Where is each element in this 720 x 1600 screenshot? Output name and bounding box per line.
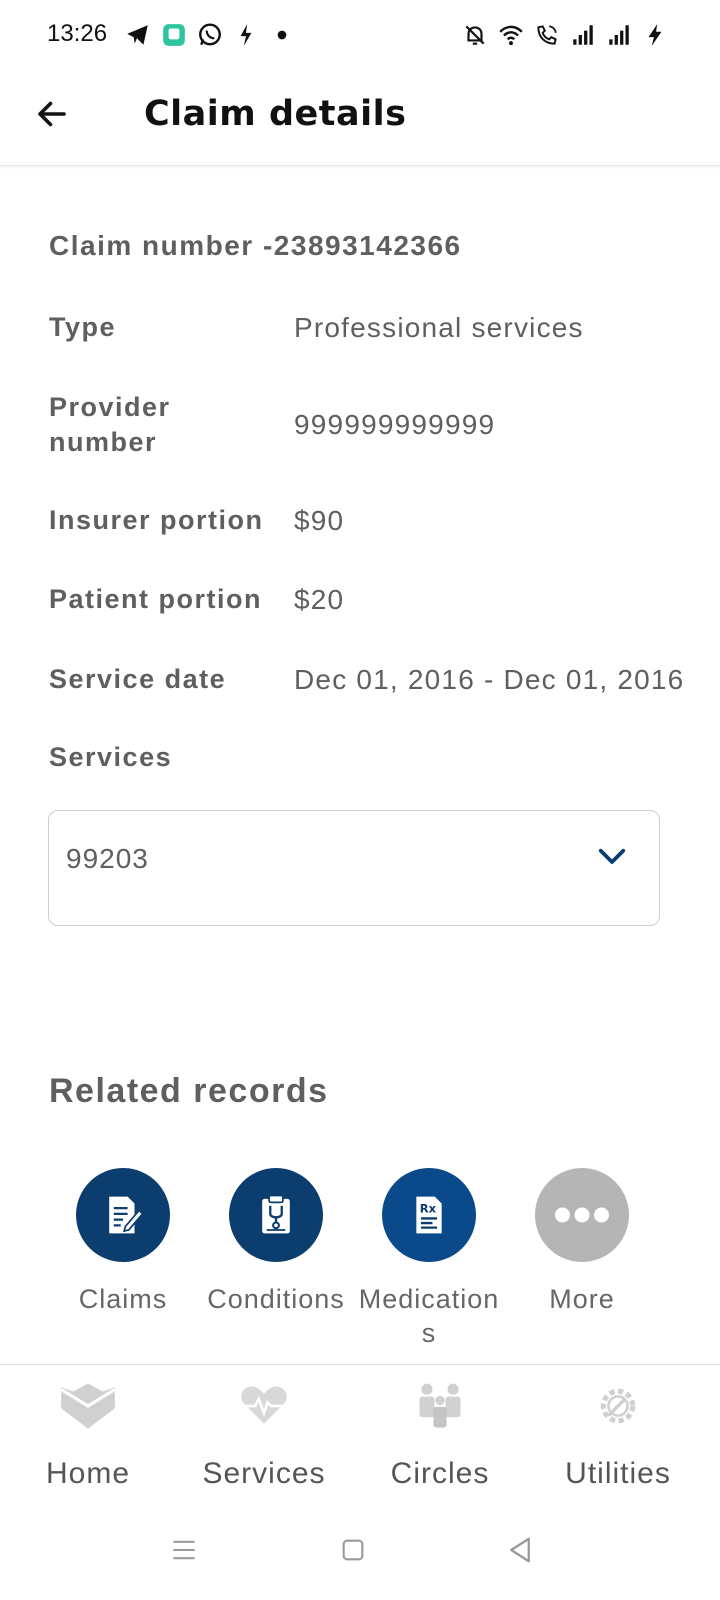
nav-utilities[interactable]: Utilities	[530, 1375, 706, 1491]
menu-icon	[173, 1540, 195, 1560]
back-arrow-icon[interactable]	[34, 96, 70, 132]
system-navigation-bar	[0, 1500, 720, 1600]
bottom-navigation: Home Services Circles Utilities	[0, 1364, 720, 1500]
status-bar: 13:26	[0, 0, 720, 70]
people-icon	[405, 1375, 475, 1437]
bolt-app-icon	[233, 22, 259, 48]
detail-value: Professional services	[294, 312, 584, 343]
more-icon[interactable]	[535, 1168, 629, 1262]
signal-icon	[570, 22, 596, 48]
detail-value: $90	[294, 505, 345, 536]
whatsapp-icon	[197, 22, 223, 48]
related-label: Medication s	[358, 1284, 500, 1348]
square-icon	[342, 1539, 364, 1561]
detail-label: Service date	[49, 664, 227, 694]
detail-label: Type	[49, 312, 117, 342]
gear-wrench-icon	[583, 1375, 653, 1437]
dot-icon	[269, 22, 295, 48]
nav-services[interactable]: Services	[176, 1375, 352, 1491]
nav-home[interactable]: Home	[0, 1375, 176, 1491]
related-label: Conditions	[207, 1284, 345, 1314]
notification-icons	[125, 22, 295, 48]
conditions-icon[interactable]	[229, 1168, 323, 1262]
nav-label: Home	[45, 1457, 131, 1490]
services-dropdown[interactable]: 99203	[48, 810, 660, 926]
status-time: 13:26	[47, 20, 108, 47]
detail-value: Dec 01, 2016 - Dec 01, 2016	[294, 664, 685, 695]
nav-label: Circles	[390, 1457, 490, 1490]
recent-apps-button[interactable]	[160, 1526, 208, 1574]
page-title: Claim details	[144, 94, 407, 134]
claims-icon[interactable]	[76, 1168, 170, 1262]
app-icon	[161, 22, 187, 48]
nav-label: Services	[202, 1457, 326, 1490]
detail-value: $20	[294, 584, 345, 615]
app-bar: Claim details	[0, 70, 720, 166]
chevron-down-icon	[598, 848, 626, 864]
home-system-button[interactable]	[329, 1526, 377, 1574]
nav-label: Utilities	[565, 1457, 671, 1490]
mute-bell-icon	[462, 22, 488, 48]
related-records-title: Related records	[49, 1072, 329, 1110]
detail-label: Patient portion	[49, 584, 262, 614]
related-more[interactable]: More	[507, 1168, 657, 1316]
wifi-icon	[498, 22, 524, 48]
detail-label: Insurer portion	[49, 505, 264, 535]
related-conditions[interactable]: Conditions	[201, 1168, 351, 1316]
related-claims[interactable]: Claims	[48, 1168, 198, 1316]
wifi-call-icon	[534, 22, 560, 48]
home-icon	[53, 1375, 123, 1437]
signal-icon	[606, 22, 632, 48]
medications-icon[interactable]: Rx	[382, 1168, 476, 1262]
triangle-back-icon	[510, 1537, 530, 1563]
related-label: Claims	[78, 1284, 168, 1314]
detail-label: Provider number	[49, 392, 171, 457]
claim-number: Claim number -23893142366	[49, 230, 462, 261]
back-button[interactable]	[28, 90, 76, 138]
svg-text:Rx: Rx	[420, 1202, 437, 1216]
back-system-button[interactable]	[496, 1526, 544, 1574]
services-label: Services	[49, 742, 173, 772]
nav-circles[interactable]: Circles	[352, 1375, 528, 1491]
charging-icon	[642, 22, 668, 48]
detail-value: 999999999999	[294, 409, 496, 440]
heartbeat-icon	[229, 1375, 299, 1437]
services-selected-value: 99203	[66, 843, 149, 874]
system-status-icons	[462, 22, 668, 48]
related-label: More	[549, 1284, 615, 1314]
related-medications[interactable]: Rx Medication s	[354, 1168, 504, 1350]
telegram-icon	[125, 22, 151, 48]
